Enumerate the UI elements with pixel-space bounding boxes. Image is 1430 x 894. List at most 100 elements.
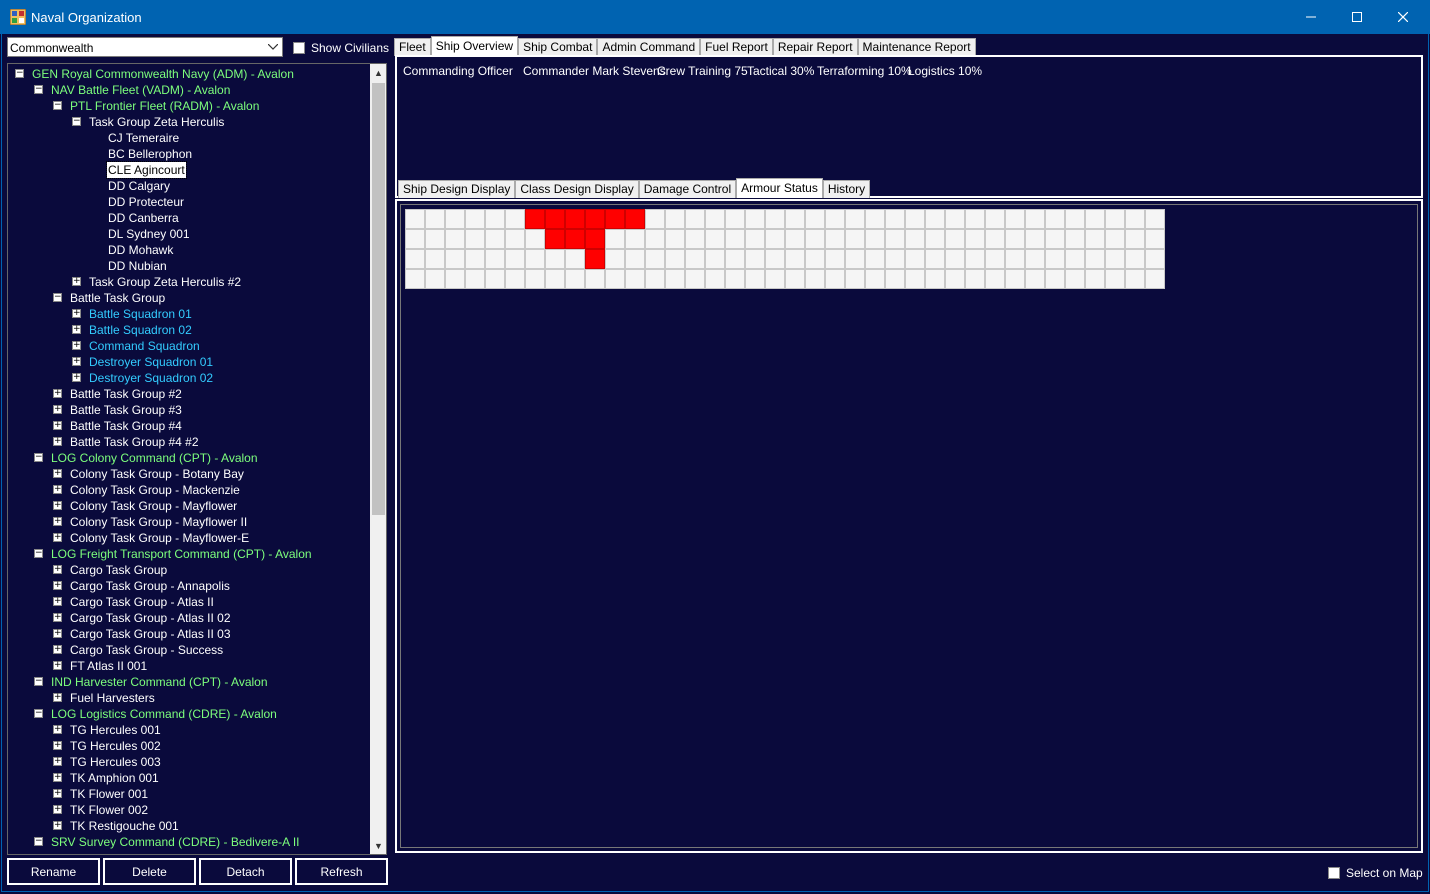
tree-node-label[interactable]: Colony Task Group - Botany Bay: [69, 466, 245, 482]
tree-node-label[interactable]: DD Calgary: [107, 178, 171, 194]
tree-node-label[interactable]: LOG Logistics Command (CDRE) - Avalon: [50, 706, 278, 722]
tree-node-label[interactable]: DD Canberra: [107, 210, 180, 226]
tree-node-label[interactable]: LOG Colony Command (CPT) - Avalon: [50, 450, 259, 466]
expand-icon[interactable]: +: [53, 533, 62, 542]
collapse-icon[interactable]: −: [34, 549, 43, 558]
collapse-icon[interactable]: −: [34, 453, 43, 462]
scroll-thumb[interactable]: [372, 83, 385, 515]
tree-node-label[interactable]: TK Amphion 001: [69, 770, 160, 786]
tree-node-label[interactable]: FT Atlas II 001: [69, 658, 148, 674]
tree-node-label[interactable]: Command Squadron: [88, 338, 201, 354]
tree-node-label[interactable]: SRV Survey Command (CDRE) - Bedivere-A I…: [50, 834, 301, 850]
show-civilians-checkbox[interactable]: Show Civilians: [293, 41, 389, 55]
tree-node-label[interactable]: NAV Battle Fleet (VADM) - Avalon: [50, 82, 231, 98]
tree-node-label[interactable]: LOG Freight Transport Command (CPT) - Av…: [50, 546, 313, 562]
tree-node-label[interactable]: Cargo Task Group - Annapolis: [69, 578, 231, 594]
subtab-armour-status[interactable]: Armour Status: [736, 178, 823, 198]
collapse-icon[interactable]: −: [34, 677, 43, 686]
tab-maintenance-report[interactable]: Maintenance Report: [857, 38, 976, 56]
tree-node-label[interactable]: DD Protecteur: [107, 194, 185, 210]
expand-icon[interactable]: +: [53, 437, 62, 446]
expand-icon[interactable]: +: [53, 629, 62, 638]
tab-ship-overview[interactable]: Ship Overview: [430, 36, 519, 56]
tree-node-label[interactable]: Battle Task Group #2: [69, 386, 183, 402]
tree-node-label[interactable]: TK Flower 002: [69, 802, 149, 818]
tree-node-label[interactable]: DD Nubian: [107, 258, 168, 274]
expand-icon[interactable]: +: [72, 341, 81, 350]
tree-node-label[interactable]: Fuel Harvesters: [69, 690, 156, 706]
tree-node-label[interactable]: Cargo Task Group - Atlas II 02: [69, 610, 232, 626]
collapse-icon[interactable]: −: [34, 837, 43, 846]
tree-node-label[interactable]: TG Hercules 002: [69, 738, 162, 754]
rename-button[interactable]: Rename: [7, 858, 100, 885]
expand-icon[interactable]: +: [53, 485, 62, 494]
expand-icon[interactable]: +: [53, 613, 62, 622]
tree-node-label[interactable]: Battle Squadron 01: [88, 306, 193, 322]
tree-node-label[interactable]: Battle Squadron 02: [88, 322, 193, 338]
delete-button[interactable]: Delete: [103, 858, 196, 885]
scroll-down-icon[interactable]: ▼: [370, 837, 386, 854]
expand-icon[interactable]: +: [72, 309, 81, 318]
tree-node-label[interactable]: Destroyer Squadron 01: [88, 354, 214, 370]
expand-icon[interactable]: +: [53, 805, 62, 814]
collapse-icon[interactable]: −: [53, 293, 62, 302]
tree-node-label[interactable]: Cargo Task Group - Success: [69, 642, 224, 658]
tree-node-label[interactable]: Cargo Task Group - Atlas II 03: [69, 626, 232, 642]
scroll-up-icon[interactable]: ▲: [370, 64, 386, 81]
expand-icon[interactable]: +: [72, 357, 81, 366]
tree-node-label[interactable]: Cargo Task Group - Atlas II: [69, 594, 215, 610]
collapse-icon[interactable]: −: [34, 85, 43, 94]
tab-fleet[interactable]: Fleet: [394, 38, 431, 56]
expand-icon[interactable]: +: [53, 389, 62, 398]
subtab-ship-design-display[interactable]: Ship Design Display: [398, 180, 516, 198]
show-civilians-box[interactable]: [293, 42, 305, 54]
expand-icon[interactable]: +: [53, 517, 62, 526]
tree-node-label[interactable]: TG Hercules 003: [69, 754, 162, 770]
collapse-icon[interactable]: −: [15, 69, 24, 78]
tree-node-label[interactable]: Battle Task Group #3: [69, 402, 183, 418]
expand-icon[interactable]: +: [53, 821, 62, 830]
collapse-icon[interactable]: −: [53, 101, 62, 110]
tree-node-label[interactable]: IND Harvester Command (CPT) - Avalon: [50, 674, 269, 690]
collapse-icon[interactable]: −: [72, 117, 81, 126]
chevron-down-icon[interactable]: [264, 38, 282, 56]
tree-node-label[interactable]: Colony Task Group - Mayflower: [69, 498, 238, 514]
expand-icon[interactable]: +: [53, 773, 62, 782]
tree-node-label[interactable]: TK Flower 001: [69, 786, 149, 802]
close-button[interactable]: [1380, 0, 1426, 34]
tree-node-label[interactable]: TG Hercules 001: [69, 722, 162, 738]
tree-node-label[interactable]: Colony Task Group - Mackenzie: [69, 482, 241, 498]
expand-icon[interactable]: +: [53, 597, 62, 606]
race-selector[interactable]: Commonwealth: [7, 37, 283, 57]
tab-admin-command[interactable]: Admin Command: [597, 38, 701, 56]
select-on-map-checkbox[interactable]: Select on Map: [1328, 866, 1423, 880]
expand-icon[interactable]: +: [53, 645, 62, 654]
expand-icon[interactable]: +: [72, 373, 81, 382]
expand-icon[interactable]: +: [53, 581, 62, 590]
tree-node-label[interactable]: DL Sydney 001: [107, 226, 191, 242]
tree-node-label[interactable]: Battle Task Group #4 #2: [69, 434, 200, 450]
tree-node-label[interactable]: Colony Task Group - Mayflower-E: [69, 530, 250, 546]
expand-icon[interactable]: +: [53, 405, 62, 414]
refresh-button[interactable]: Refresh: [295, 858, 388, 885]
expand-icon[interactable]: +: [53, 661, 62, 670]
tree-node-label[interactable]: Destroyer Squadron 02: [88, 370, 214, 386]
maximize-button[interactable]: [1334, 0, 1380, 34]
tab-repair-report[interactable]: Repair Report: [772, 38, 858, 56]
tree-node-label[interactable]: Task Group Zeta Herculis #2: [88, 274, 242, 290]
expand-icon[interactable]: +: [53, 789, 62, 798]
tree-node-label[interactable]: DD Mohawk: [107, 242, 174, 258]
tree-node-label[interactable]: TK Restigouche 001: [69, 818, 180, 834]
tree-node-label[interactable]: CJ Temeraire: [107, 130, 180, 146]
tree-node-label[interactable]: Task Group Zeta Herculis: [88, 114, 225, 130]
tree-node-label[interactable]: BC Bellerophon: [107, 146, 193, 162]
expand-icon[interactable]: +: [53, 501, 62, 510]
expand-icon[interactable]: +: [53, 693, 62, 702]
expand-icon[interactable]: +: [53, 469, 62, 478]
expand-icon[interactable]: +: [72, 277, 81, 286]
expand-icon[interactable]: +: [53, 421, 62, 430]
expand-icon[interactable]: +: [53, 725, 62, 734]
expand-icon[interactable]: +: [53, 565, 62, 574]
tree-node-label[interactable]: CLE Agincourt: [106, 161, 187, 179]
collapse-icon[interactable]: −: [34, 709, 43, 718]
